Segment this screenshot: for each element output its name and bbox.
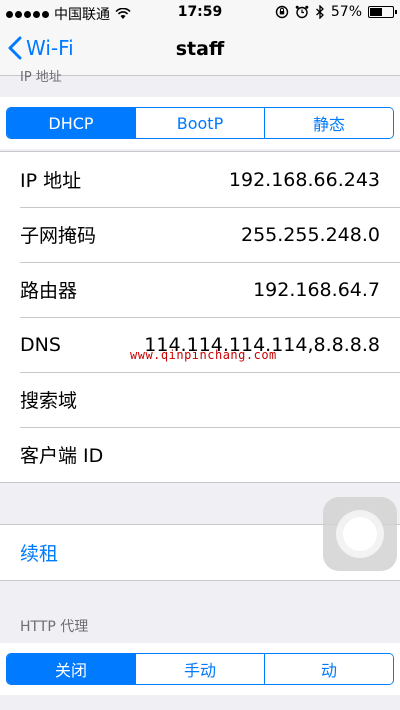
row-value: 192.168.66.243: [228, 168, 380, 191]
ip-section-header: IP 地址: [20, 70, 62, 85]
segment-dhcp[interactable]: DHCP: [7, 108, 136, 138]
watermark: www.qinpinchang.com: [130, 348, 277, 362]
assistive-touch-button[interactable]: [323, 497, 397, 571]
row-value: 255.255.248.0: [240, 223, 380, 246]
row-label: 客户端 ID: [20, 445, 104, 467]
row-label: DNS: [20, 333, 61, 356]
status-left: 中国联通: [6, 4, 131, 24]
http-proxy-header: HTTP 代理: [20, 619, 89, 635]
status-right: 57%: [275, 4, 397, 20]
segment-proxy-off[interactable]: 关闭: [7, 654, 136, 684]
renew-lease-label: 续租: [20, 543, 59, 565]
row-label: 路由器: [20, 280, 78, 302]
ip-mode-panel: DHCP BootP 静态: [0, 97, 400, 149]
segment-static[interactable]: 静态: [265, 108, 393, 138]
signal-dots-icon: [6, 10, 49, 18]
alarm-icon: [295, 5, 309, 19]
carrier-label: 中国联通: [54, 7, 110, 23]
row-client-id[interactable]: 客户端 ID: [0, 427, 400, 482]
row-dns[interactable]: DNS 114.114.114.114,8.8.8.8: [0, 317, 400, 372]
ip-mode-segmented-control: DHCP BootP 静态: [6, 107, 394, 139]
segment-bootp[interactable]: BootP: [136, 108, 265, 138]
segment-proxy-auto[interactable]: 动: [265, 654, 393, 684]
row-ip-address[interactable]: IP 地址 192.168.66.243: [0, 152, 400, 207]
wifi-icon: [115, 8, 131, 19]
row-subnet-mask[interactable]: 子网掩码 255.255.248.0: [0, 207, 400, 262]
row-label: IP 地址: [20, 170, 82, 192]
row-search-domains[interactable]: 搜索域: [0, 372, 400, 427]
segment-proxy-manual[interactable]: 手动: [136, 654, 265, 684]
row-value: 192.168.64.7: [253, 278, 380, 301]
row-label: 子网掩码: [20, 225, 97, 247]
battery-icon: [368, 6, 397, 18]
row-label: 搜索域: [20, 390, 78, 412]
status-bar: 中国联通 17:59 57%: [0, 0, 400, 24]
battery-fill: [370, 8, 382, 16]
proxy-mode-segmented-control: 关闭 手动 动: [6, 653, 394, 685]
battery-percent: 57%: [330, 4, 362, 20]
proxy-mode-panel: 关闭 手动 动: [0, 643, 400, 695]
ip-details-table: IP 地址 192.168.66.243 子网掩码 255.255.248.0 …: [0, 151, 400, 483]
bluetooth-icon: [315, 5, 324, 19]
rotation-lock-icon: [275, 5, 289, 19]
row-router[interactable]: 路由器 192.168.64.7: [0, 262, 400, 317]
page-title: staff: [175, 38, 225, 60]
